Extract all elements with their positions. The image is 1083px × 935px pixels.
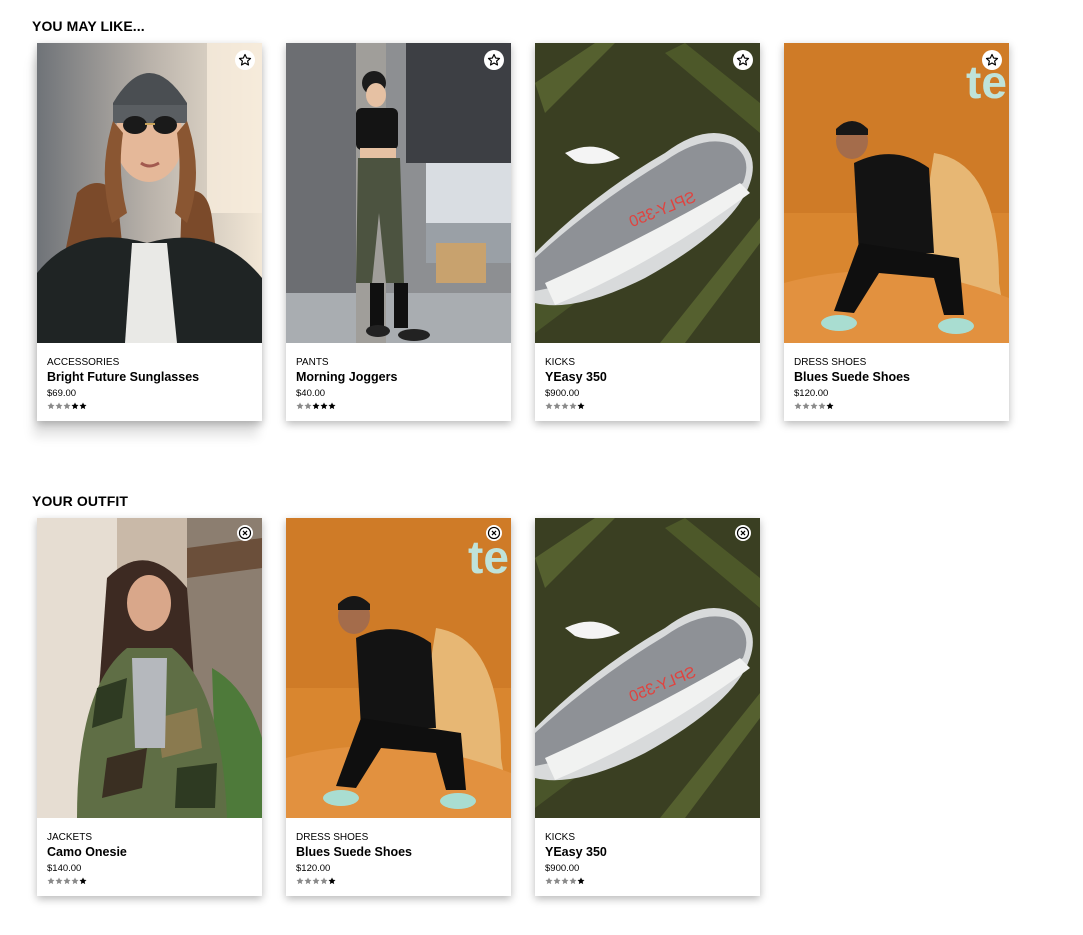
star-empty-icon [320,877,328,885]
star-empty-icon [47,402,55,410]
product-category: DRESS SHOES [794,357,867,368]
product-photo-woman-camo[interactable] [37,518,262,818]
star-empty-icon [63,402,71,410]
star-filled-icon [79,877,87,885]
star-empty-icon [569,402,577,410]
star-empty-icon [296,877,304,885]
star-empty-icon [794,402,802,410]
product-category: DRESS SHOES [296,832,369,843]
remove-circle-icon[interactable] [237,525,253,541]
product-card[interactable]: SPLY-350 KICKS YEasy 350 $900.00 [535,43,760,421]
favorite-star-icon[interactable] [733,50,753,70]
star-empty-icon [304,877,312,885]
outfit-card[interactable]: SPLY-350 KICKS YEasy 350 $900.00 [535,518,760,896]
product-card[interactable]: PANTS Morning Joggers $40.00 [286,43,511,421]
product-category: KICKS [545,357,576,368]
star-rating [47,877,254,886]
star-filled-icon [312,402,320,410]
star-empty-icon [47,877,55,885]
product-card[interactable]: te DRESS SHOES Blues Suede Shoes $120.00 [784,43,1009,421]
product-card[interactable]: ACCESSORIES Bright Future Sunglasses $69… [37,43,262,421]
product-price: $900.00 [545,863,580,874]
star-empty-icon [296,402,304,410]
star-empty-icon [63,877,71,885]
star-rating [545,402,752,411]
star-rating [545,877,752,886]
star-rating [794,402,1001,411]
star-empty-icon [561,402,569,410]
star-filled-icon [71,402,79,410]
product-name[interactable]: Morning Joggers [296,370,503,385]
star-empty-icon [810,402,818,410]
star-empty-icon [818,402,826,410]
favorite-star-icon[interactable] [982,50,1002,70]
star-filled-icon [328,877,336,885]
star-empty-icon [55,877,63,885]
star-rating [296,402,503,411]
product-photo-woman-joggers[interactable] [286,43,511,343]
product-category: KICKS [545,832,576,843]
star-empty-icon [312,877,320,885]
product-photo-man-orange-fur[interactable]: te [784,43,1009,343]
product-price: $120.00 [296,863,331,874]
star-empty-icon [545,402,553,410]
star-empty-icon [304,402,312,410]
star-filled-icon [577,877,585,885]
product-price: $900.00 [545,388,580,399]
your-outfit-heading: YOUR OUTFIT [32,493,128,509]
star-empty-icon [569,877,577,885]
product-name[interactable]: Blues Suede Shoes [296,845,503,860]
star-filled-icon [320,402,328,410]
star-empty-icon [553,877,561,885]
product-price: $69.00 [47,388,77,399]
product-price: $40.00 [296,388,326,399]
product-name[interactable]: Bright Future Sunglasses [47,370,254,385]
outfit-card[interactable]: te DRESS SHOES Blues Suede Shoes $120.00 [286,518,511,896]
star-empty-icon [802,402,810,410]
product-name[interactable]: YEasy 350 [545,370,752,385]
product-category: JACKETS [47,832,93,843]
favorite-star-icon[interactable] [484,50,504,70]
star-filled-icon [577,402,585,410]
star-filled-icon [826,402,834,410]
product-price: $140.00 [47,863,82,874]
product-photo-yeezy-sneaker[interactable]: SPLY-350 [535,43,760,343]
star-empty-icon [545,877,553,885]
favorite-star-icon[interactable] [235,50,255,70]
remove-circle-icon[interactable] [735,525,751,541]
product-name[interactable]: Camo Onesie [47,845,254,860]
star-rating [47,402,254,411]
product-photo-man-orange-fur[interactable]: te [286,518,511,818]
star-empty-icon [71,877,79,885]
star-rating [296,877,503,886]
product-name[interactable]: Blues Suede Shoes [794,370,1001,385]
product-category: PANTS [296,357,329,368]
product-photo-yeezy-sneaker[interactable]: SPLY-350 [535,518,760,818]
product-photo-woman-beanie[interactable] [37,43,262,343]
star-empty-icon [55,402,63,410]
product-category: ACCESSORIES [47,357,120,368]
remove-circle-icon[interactable] [486,525,502,541]
star-empty-icon [561,877,569,885]
star-empty-icon [553,402,561,410]
star-filled-icon [328,402,336,410]
outfit-card[interactable]: JACKETS Camo Onesie $140.00 [37,518,262,896]
product-price: $120.00 [794,388,829,399]
product-name[interactable]: YEasy 350 [545,845,752,860]
you-may-like-heading: YOU MAY LIKE... [32,18,145,34]
star-filled-icon [79,402,87,410]
